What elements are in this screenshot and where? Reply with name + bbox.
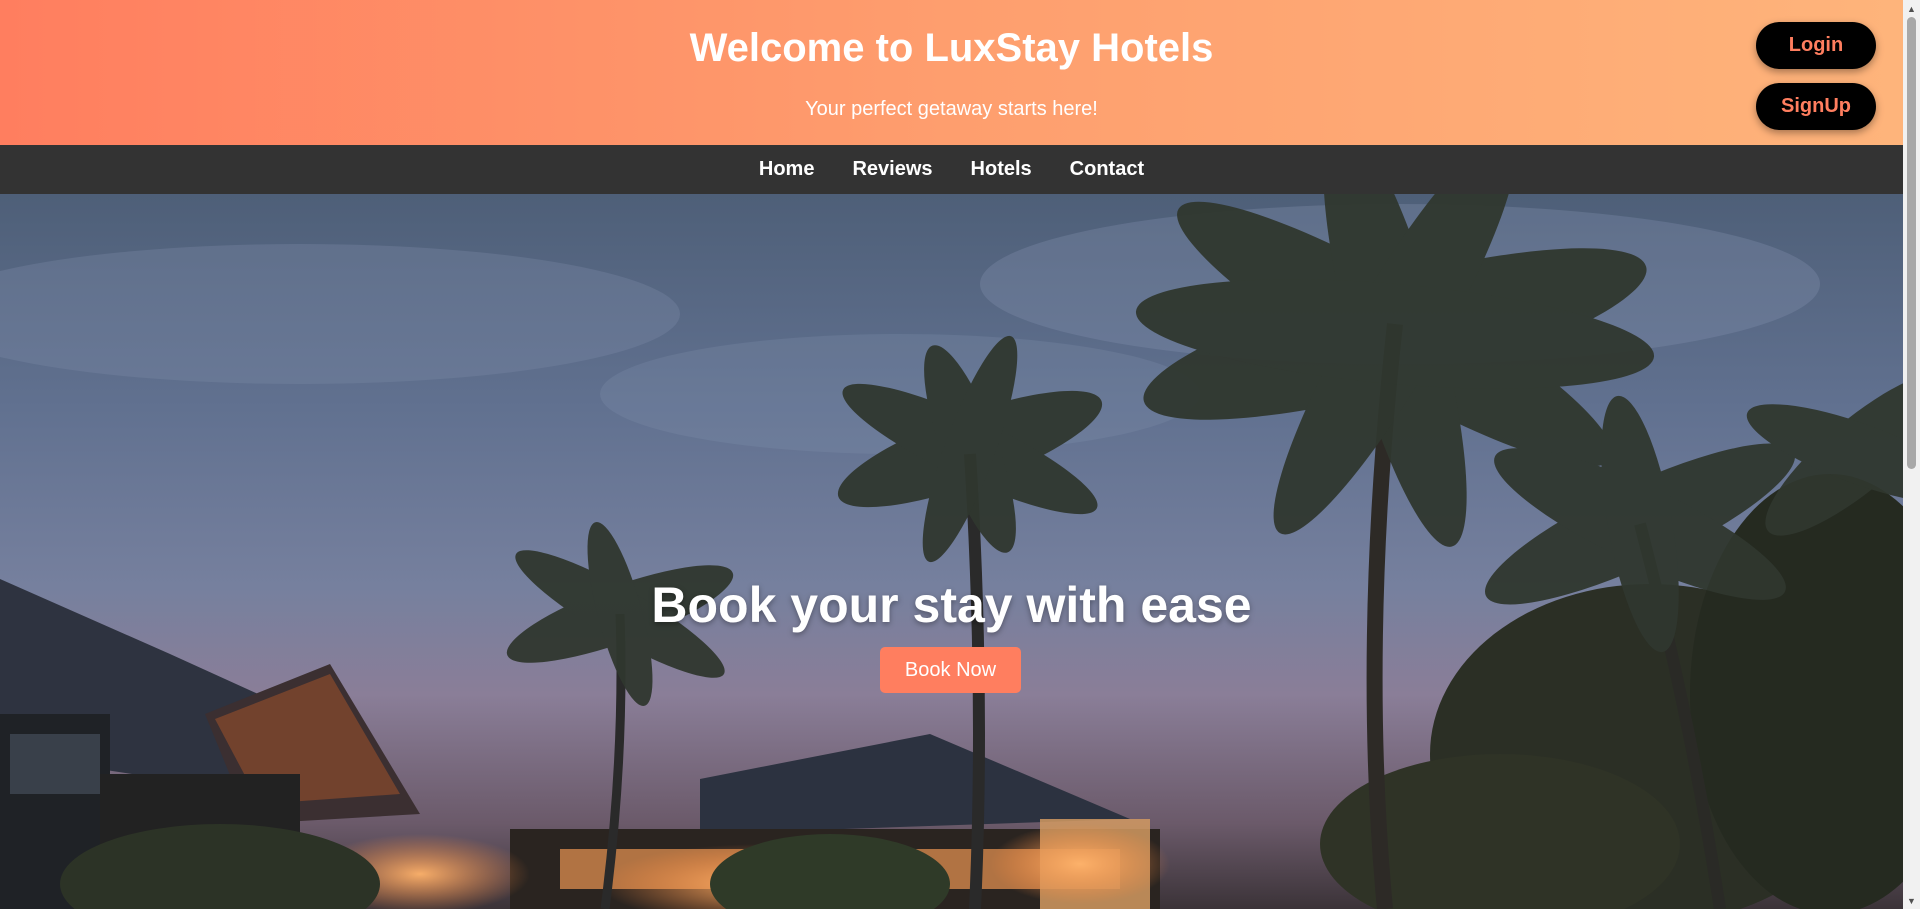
viewport: Welcome to LuxStay Hotels Your perfect g… xyxy=(0,0,1903,909)
hero-title: Book your stay with ease xyxy=(651,577,1252,633)
nav-link-hotels[interactable]: Hotels xyxy=(971,158,1032,181)
nav-link-contact[interactable]: Contact xyxy=(1070,158,1144,181)
hero-section: Book your stay with ease Book Now xyxy=(0,194,1903,909)
scrollbar-thumb[interactable] xyxy=(1907,17,1916,469)
site-header: Welcome to LuxStay Hotels Your perfect g… xyxy=(0,0,1903,145)
book-now-button[interactable]: Book Now xyxy=(880,647,1021,693)
site-title: Welcome to LuxStay Hotels xyxy=(689,26,1214,70)
signup-button[interactable]: SignUp xyxy=(1756,83,1876,130)
vertical-scrollbar[interactable]: ▲ ▼ xyxy=(1903,0,1920,909)
main-nav: Home Reviews Hotels Contact xyxy=(0,145,1903,194)
hero-background-image xyxy=(0,194,1903,909)
login-button[interactable]: Login xyxy=(1756,22,1876,69)
site-subtitle: Your perfect getaway starts here! xyxy=(805,98,1098,120)
scroll-up-arrow-icon[interactable]: ▲ xyxy=(1903,0,1920,17)
nav-link-home[interactable]: Home xyxy=(759,158,815,181)
scroll-down-arrow-icon[interactable]: ▼ xyxy=(1903,892,1920,909)
nav-link-reviews[interactable]: Reviews xyxy=(852,158,932,181)
page: Welcome to LuxStay Hotels Your perfect g… xyxy=(0,0,1920,909)
